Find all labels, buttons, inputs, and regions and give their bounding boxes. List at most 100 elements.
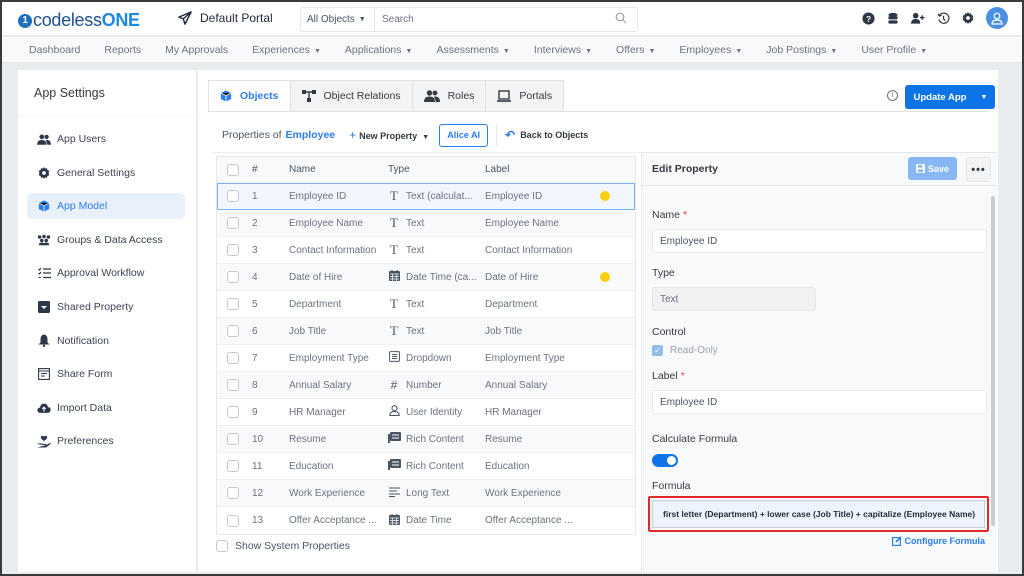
chevron-down-icon: ▼ xyxy=(735,47,743,55)
new-property-button[interactable]: + New Property ▼ xyxy=(349,128,429,142)
calculate-formula-toggle[interactable] xyxy=(652,454,678,467)
update-app-button[interactable]: Update App ▼ xyxy=(905,85,995,109)
row-checkbox[interactable] xyxy=(227,460,239,472)
property-name: Offer Acceptance ... xyxy=(289,515,377,526)
table-row[interactable]: 11 Education Rich Content Education xyxy=(217,453,635,480)
portal-switcher[interactable]: Default Portal xyxy=(178,11,273,25)
nav-item-offers[interactable]: Offers ▼ xyxy=(616,44,655,56)
table-row[interactable]: 10 Resume Rich Content Resume xyxy=(217,426,635,453)
nav-item-applications[interactable]: Applications ▼ xyxy=(345,44,413,56)
name-field[interactable]: Employee ID xyxy=(652,229,987,253)
edit-panel-scrollbar[interactable] xyxy=(991,196,995,526)
nav-item-experiences[interactable]: Experiences ▼ xyxy=(252,44,321,56)
row-checkbox[interactable] xyxy=(227,244,239,256)
row-checkbox[interactable] xyxy=(227,379,239,391)
nav-item-employees[interactable]: Employees ▼ xyxy=(679,44,742,56)
row-checkbox[interactable] xyxy=(227,190,239,202)
search-scope-select[interactable]: All Objects ▼ xyxy=(301,8,375,31)
nav-item-interviews[interactable]: Interviews ▼ xyxy=(534,44,592,56)
nav-item-job-postings[interactable]: Job Postings ▼ xyxy=(766,44,837,56)
table-row[interactable]: 5 Department T Text Department xyxy=(217,291,635,318)
column-header-name[interactable]: Name xyxy=(289,164,316,175)
sidebar-item-label: Preferences xyxy=(57,435,114,448)
tab-objects[interactable]: Objects xyxy=(208,80,291,112)
bell-icon xyxy=(37,334,51,348)
table-row[interactable]: 8 Annual Salary # Number Annual Salary xyxy=(217,372,635,399)
show-system-properties[interactable]: Show System Properties xyxy=(216,540,350,552)
row-checkbox[interactable] xyxy=(227,352,239,364)
property-name: Work Experience xyxy=(289,487,365,499)
help-icon[interactable]: ? xyxy=(861,11,875,25)
tab-divider xyxy=(208,111,988,112)
sidebar-item-app-model[interactable]: App Model xyxy=(27,193,185,220)
search-input[interactable] xyxy=(375,14,615,25)
sidebar-item-preferences[interactable]: Preferences xyxy=(27,428,185,454)
label-field[interactable]: Employee ID xyxy=(652,390,987,414)
row-checkbox[interactable] xyxy=(227,433,239,445)
sidebar-item-notification[interactable]: Notification xyxy=(27,328,185,354)
sidebar-item-general-settings[interactable]: General Settings xyxy=(27,160,185,186)
row-checkbox[interactable] xyxy=(227,514,239,527)
column-header-type[interactable]: Type xyxy=(388,164,410,175)
row-checkbox[interactable] xyxy=(227,325,239,337)
settings-icon[interactable] xyxy=(961,11,975,25)
column-header-label[interactable]: Label xyxy=(485,164,509,175)
row-checkbox[interactable] xyxy=(227,217,239,229)
cloud-upload-icon xyxy=(37,401,51,415)
chevron-down-icon[interactable]: ▼ xyxy=(973,94,995,101)
more-options-button[interactable]: ••• xyxy=(966,157,991,182)
right-gutter xyxy=(1002,63,1022,574)
property-label: Annual Salary xyxy=(485,379,548,391)
formula-field[interactable]: first letter (Department) + lower case (… xyxy=(652,500,985,528)
sidebar-item-groups-and-data-access[interactable]: Groups & Data Access xyxy=(27,227,185,253)
row-checkbox[interactable] xyxy=(227,487,239,499)
select-all-checkbox[interactable] xyxy=(227,163,239,176)
sidebar-item-app-users[interactable]: App Users xyxy=(27,126,185,152)
table-row[interactable]: 6 Job Title T Text Job Title xyxy=(217,318,635,345)
nav-item-my-approvals[interactable]: My Approvals xyxy=(165,44,228,56)
tab-roles[interactable]: Roles xyxy=(411,80,487,112)
show-system-checkbox[interactable] xyxy=(216,540,228,552)
table-row[interactable]: 12 Work Experience Long Text Work Experienc… xyxy=(217,480,635,507)
alice-ai-button[interactable]: Alice AI xyxy=(439,123,489,147)
tab-object-relations[interactable]: Object Relations xyxy=(289,80,413,112)
database-icon[interactable] xyxy=(886,11,900,25)
property-type-label: Long Text xyxy=(406,487,450,499)
sidebar-item-approval-workflow[interactable]: Approval Workflow xyxy=(27,260,185,286)
user-avatar-icon[interactable] xyxy=(986,7,1008,29)
row-checkbox[interactable] xyxy=(227,271,239,283)
new-property-label: New Property xyxy=(359,131,418,141)
read-only-checkbox[interactable]: ✓ Read-Only xyxy=(652,345,718,356)
nav-item-assessments[interactable]: Assessments ▼ xyxy=(436,44,509,56)
history-icon[interactable] xyxy=(936,11,950,25)
sidebar-item-share-form[interactable]: Share Form xyxy=(27,361,185,387)
object-name-link[interactable]: Employee xyxy=(286,129,336,141)
logo-mark-icon: 1 xyxy=(18,13,32,28)
nav-item-dashboard[interactable]: Dashboard xyxy=(29,44,80,56)
save-button[interactable]: Save xyxy=(908,157,957,180)
calendar-icon xyxy=(388,270,400,284)
table-row[interactable]: 2 Employee Name T Text Employee Name xyxy=(217,210,635,237)
back-to-objects-button[interactable]: ↶ Back to Objects xyxy=(505,128,588,142)
logo[interactable]: 1 codeless ONE xyxy=(18,10,140,31)
table-row[interactable]: 4 Date of Hire Date Time (ca... Date of Hir… xyxy=(217,264,635,291)
header-tools: ? xyxy=(861,7,1008,29)
text-icon: T xyxy=(390,296,398,311)
table-row[interactable]: 3 Contact Information T Text Contact Informa… xyxy=(217,237,635,264)
search-icon[interactable] xyxy=(615,12,637,27)
table-row[interactable]: 1 Employee ID T Text (calculat... Employee I… xyxy=(217,183,635,210)
nav-item-reports[interactable]: Reports xyxy=(104,44,141,56)
table-row[interactable]: 13 Offer Acceptance ... Date Time Offer Acc… xyxy=(217,507,635,534)
search-scope-label: All Objects xyxy=(307,14,355,25)
sidebar-item-shared-property[interactable]: Shared Property xyxy=(27,294,185,320)
table-row[interactable]: 7 Employment Type Dropdown Employment Type xyxy=(217,345,635,372)
row-checkbox[interactable] xyxy=(227,406,239,418)
tab-portals[interactable]: Portals xyxy=(485,80,565,112)
configure-formula-link[interactable]: Configure Formula xyxy=(891,536,985,546)
row-checkbox[interactable] xyxy=(227,298,239,310)
table-row[interactable]: 9 HR Manager User Identity HR Manager xyxy=(217,399,635,426)
add-user-icon[interactable] xyxy=(911,11,925,25)
nav-item-user-profile[interactable]: User Profile ▼ xyxy=(861,44,927,56)
info-icon[interactable]: i xyxy=(887,90,898,101)
sidebar-item-import-data[interactable]: Import Data xyxy=(27,395,185,421)
